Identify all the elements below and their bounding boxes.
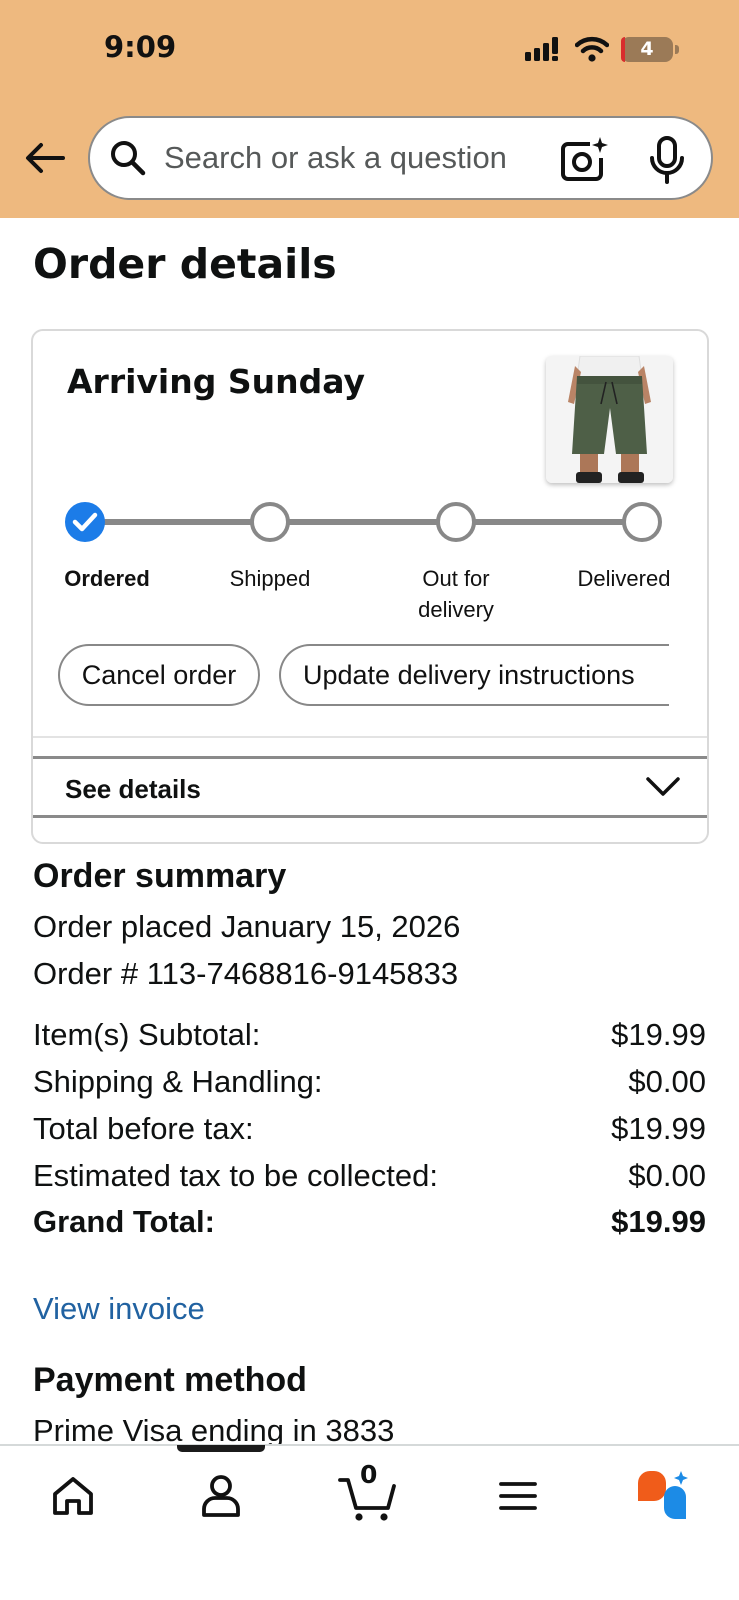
page-title: Order details [33, 240, 337, 288]
view-invoice-link[interactable]: View invoice [33, 1290, 205, 1327]
summary-value: $19.99 [611, 1017, 706, 1052]
bottom-nav-bar: 0 [0, 1444, 739, 1600]
shorts-product-image [546, 356, 673, 483]
nav-cart[interactable]: 0 [338, 1462, 398, 1524]
cancel-order-button[interactable]: Cancel order [58, 644, 260, 706]
status-time: 9:09 [104, 30, 177, 64]
wifi-icon [575, 36, 609, 62]
summary-row-grand-total: Grand Total: $19.99 [33, 1203, 706, 1240]
battery-indicator: 4 [621, 36, 679, 62]
order-summary-title: Order summary [33, 857, 287, 895]
summary-label: Shipping & Handling: [33, 1064, 323, 1099]
nav-home[interactable] [45, 1468, 101, 1524]
summary-row-subtotal: Item(s) Subtotal: $19.99 [33, 1016, 706, 1053]
summary-value: $0.00 [628, 1158, 706, 1193]
step-delivered-dot [622, 502, 662, 542]
payment-method-title: Payment method [33, 1361, 307, 1399]
person-icon [202, 1475, 240, 1517]
step-shipped-dot [250, 502, 290, 542]
summary-label: Estimated tax to be collected: [33, 1158, 438, 1193]
summary-label: Grand Total: [33, 1204, 215, 1239]
nav-assistant[interactable] [632, 1468, 692, 1524]
see-details-label: See details [65, 774, 201, 804]
delivery-card: Arriving Sunday Ordered Shipped Out for … [31, 329, 709, 844]
search-icon [111, 141, 146, 176]
step-label-ordered: Ordered [64, 566, 150, 591]
home-icon [53, 1477, 93, 1515]
summary-label: Total before tax: [33, 1111, 254, 1146]
step-label-shipped: Shipped [229, 566, 311, 591]
search-bar[interactable] [88, 116, 713, 200]
rufus-assistant-icon [638, 1471, 688, 1519]
arrival-status: Arriving Sunday [67, 362, 365, 401]
camera-lens-icon[interactable] [560, 136, 608, 182]
step-label-out-for-delivery: Out for delivery [418, 566, 494, 622]
microphone-icon[interactable] [647, 136, 687, 184]
order-number: Order # 113-7468816-9145833 [33, 956, 459, 991]
card-divider [33, 736, 707, 738]
step-out-for-delivery-dot [436, 502, 476, 542]
chevron-down-icon [646, 777, 680, 796]
order-placed-date: Order placed January 15, 2026 [33, 909, 461, 944]
order-details-content[interactable]: Order details Arriving Sunday Ordered Sh… [0, 218, 739, 1446]
product-thumbnail[interactable] [546, 356, 673, 483]
back-arrow-icon[interactable] [20, 138, 70, 178]
top-header: 9:09 4 [0, 0, 739, 218]
summary-value: $19.99 [611, 1204, 706, 1239]
step-ordered-check-icon [65, 502, 105, 542]
payment-method-value: Prime Visa ending in 3833 [33, 1413, 395, 1446]
progress-track [89, 519, 649, 525]
summary-value: $19.99 [611, 1111, 706, 1146]
nav-menu[interactable] [490, 1468, 546, 1524]
status-icons: 4 [525, 34, 679, 64]
summary-row-tax: Estimated tax to be collected: $0.00 [33, 1157, 706, 1194]
cart-count-badge: 0 [360, 1460, 378, 1489]
summary-value: $0.00 [628, 1064, 706, 1099]
summary-row-shipping: Shipping & Handling: $0.00 [33, 1063, 706, 1100]
summary-row-before-tax: Total before tax: $19.99 [33, 1110, 706, 1147]
home-indicator [177, 1445, 265, 1452]
search-input[interactable] [164, 118, 574, 198]
hamburger-menu-icon [499, 1482, 537, 1510]
update-delivery-instructions-button[interactable]: Update delivery instructions [279, 644, 669, 706]
step-label-delivered: Delivered [577, 566, 671, 591]
nav-account[interactable] [193, 1468, 249, 1524]
summary-label: Item(s) Subtotal: [33, 1017, 261, 1052]
see-details-toggle[interactable]: See details [33, 756, 707, 818]
cellular-signal-icon [525, 37, 558, 61]
